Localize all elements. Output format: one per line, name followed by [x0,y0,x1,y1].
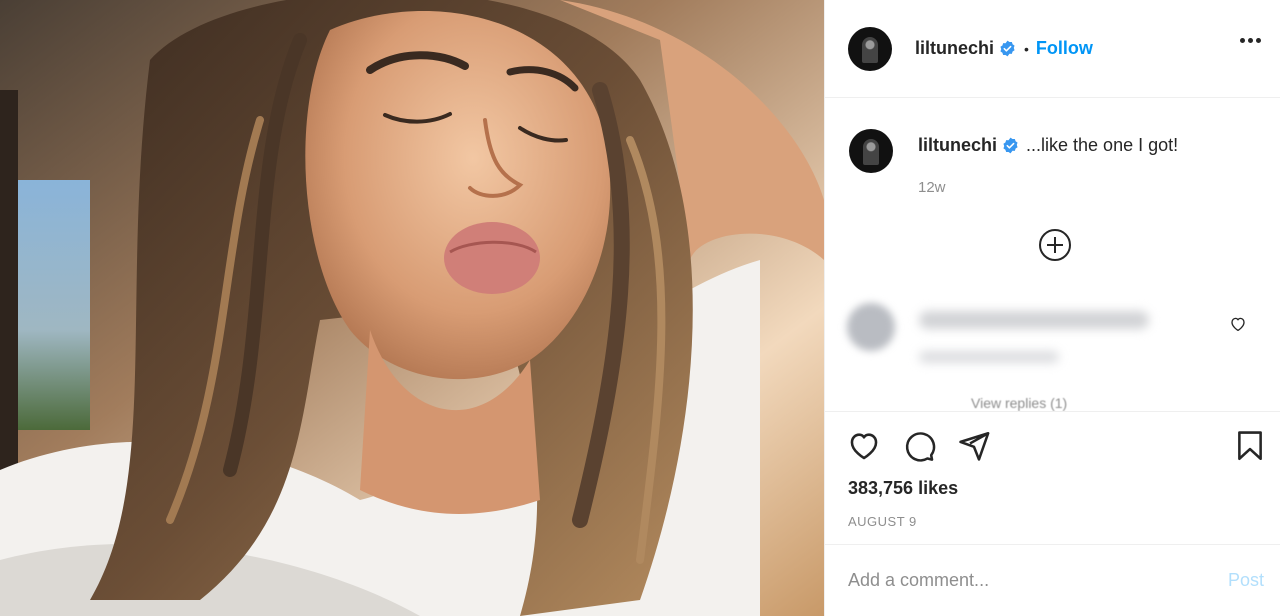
plus-circle-icon[interactable] [1039,229,1071,261]
post-header: liltunechi • Follow [825,0,1280,98]
verified-badge-icon [1000,40,1015,57]
post-comment-button[interactable]: Post [1228,570,1264,591]
blurred-comment-text [919,311,1149,329]
caption-username[interactable]: liltunechi [918,135,997,156]
separator-dot: • [1024,40,1029,57]
likes-count[interactable]: 383,756 likes [848,478,958,499]
caption-time[interactable]: 12w [918,179,1178,196]
post-caption: liltunechi ...like the one I got! 12w [849,129,1178,196]
comment-icon[interactable] [902,429,936,463]
heart-icon[interactable] [847,429,881,463]
post-date[interactable]: AUGUST 9 [848,514,917,529]
bookmark-icon[interactable] [1233,429,1267,463]
blurred-avatar [847,303,895,351]
comment-bar: Post [825,544,1280,616]
view-replies-link[interactable]: View replies (1) [971,395,1067,411]
paper-plane-icon[interactable] [957,429,991,463]
blurred-comment-meta [919,351,1059,363]
follow-button[interactable]: Follow [1036,38,1093,59]
more-options-icon[interactable] [1240,38,1261,43]
blurred-comment [847,297,1267,387]
post-actions: 383,756 likes AUGUST 9 [825,411,1280,544]
verified-badge-icon [1003,137,1018,154]
caption-text: ...like the one I got! [1026,135,1179,155]
author-avatar[interactable] [848,26,892,71]
comments-section[interactable]: liltunechi ...like the one I got! 12w Vi… [825,99,1280,411]
comment-heart-icon[interactable] [1229,315,1247,333]
post-side-panel: liltunechi • Follow liltunechi ...like t… [824,0,1280,616]
photo-illustration [0,0,824,616]
caption-avatar[interactable] [849,129,893,173]
post-photo[interactable] [0,0,824,616]
comment-input[interactable] [848,570,1228,591]
author-username[interactable]: liltunechi [915,38,994,59]
